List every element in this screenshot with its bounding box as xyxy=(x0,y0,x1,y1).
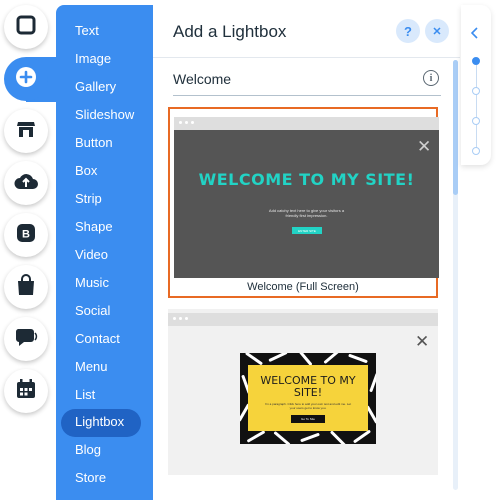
add-elements-menu: Text Image Gallery Slideshow Button Box … xyxy=(56,5,153,500)
menu-item-strip[interactable]: Strip xyxy=(56,186,153,214)
lightbox-card-welcome-fullscreen[interactable]: ✕ WELCOME TO MY SITE! Add catchy text he… xyxy=(168,107,439,298)
square-shape-icon xyxy=(15,14,37,41)
menu-item-contact[interactable]: Contact xyxy=(56,326,153,354)
navigator-dot[interactable] xyxy=(472,117,480,125)
menu-item-label: Contact xyxy=(75,331,120,346)
rail-button-calendar[interactable] xyxy=(4,369,48,413)
chevron-left-icon[interactable] xyxy=(470,27,479,42)
panel-title: Add a Lightbox xyxy=(173,22,287,41)
menu-item-label: Video xyxy=(75,247,109,262)
rail-button-blog[interactable]: B xyxy=(4,213,48,257)
section-navigator xyxy=(461,5,491,165)
menu-item-blog[interactable]: Blog xyxy=(56,437,153,465)
menu-item-store[interactable]: Store xyxy=(56,465,153,493)
menu-item-label: Menu xyxy=(75,359,108,374)
scrollbar-thumb[interactable] xyxy=(453,60,458,195)
preview-subtext: I'm a paragraph. Click here to add your … xyxy=(264,402,352,410)
rail-button-square[interactable] xyxy=(4,5,48,49)
pattern-background: WELCOME TO MY SITE! I'm a paragraph. Cli… xyxy=(240,353,376,444)
rail-button-add[interactable] xyxy=(4,57,48,101)
menu-item-label: Lightbox xyxy=(75,414,125,429)
menu-item-social[interactable]: Social xyxy=(56,298,153,326)
preview-close-icon: ✕ xyxy=(417,137,432,156)
menu-item-label: Social xyxy=(75,303,111,318)
menu-item-shape[interactable]: Shape xyxy=(56,214,153,242)
menu-item-list[interactable]: List xyxy=(56,382,153,410)
rail-button-store[interactable] xyxy=(4,109,48,153)
lightbox-panel: Add a Lightbox ? ✕ Welcome i ✕ WELCOME T… xyxy=(153,5,460,500)
info-glyph: i xyxy=(429,72,433,84)
lightbox-card-welcome-pattern[interactable]: ✕ WELCOME TO MY SITE! I'm a paragraph. C… xyxy=(168,309,438,475)
menu-item-label: Gallery xyxy=(75,79,117,94)
chat-icon xyxy=(14,325,38,354)
menu-item-label: Blog xyxy=(75,442,102,457)
menu-item-label: Box xyxy=(75,163,98,178)
search-input[interactable]: Welcome xyxy=(173,71,231,87)
menu-item-label: Slideshow xyxy=(75,107,135,122)
menu-item-label: Image xyxy=(75,51,112,66)
menu-item-gallery[interactable]: Gallery xyxy=(56,74,153,102)
menu-item-label: Button xyxy=(75,135,113,150)
rail-button-upload[interactable] xyxy=(4,161,48,205)
preview-subtext: Add catchy text here to give your visito… xyxy=(268,208,345,218)
menu-item-image[interactable]: Image xyxy=(56,46,153,74)
info-icon[interactable]: i xyxy=(423,70,439,86)
svg-text:B: B xyxy=(22,228,30,240)
menu-item-label: Music xyxy=(75,275,109,290)
menu-item-label: Strip xyxy=(75,191,102,206)
close-icon: ✕ xyxy=(432,25,442,38)
menu-item-label: Shape xyxy=(75,219,113,234)
navigator-dot[interactable] xyxy=(472,57,480,65)
help-icon: ? xyxy=(404,23,412,39)
left-rail: B xyxy=(0,0,60,500)
help-button[interactable]: ? xyxy=(396,19,420,43)
menu-item-slideshow[interactable]: Slideshow xyxy=(56,102,153,130)
menu-item-label: Text xyxy=(75,23,99,38)
panel-header: Add a Lightbox ? ✕ xyxy=(153,5,460,58)
close-button[interactable]: ✕ xyxy=(425,19,449,43)
menu-item-box[interactable]: Box xyxy=(56,158,153,186)
rail-button-chat[interactable] xyxy=(4,317,48,361)
browser-bar xyxy=(174,117,439,130)
menu-item-music[interactable]: Music xyxy=(56,270,153,298)
rail-button-shop[interactable] xyxy=(4,265,48,309)
blog-icon: B xyxy=(15,222,37,249)
upload-icon xyxy=(13,170,39,197)
menu-item-button[interactable]: Button xyxy=(56,130,153,158)
menu-item-label: Store xyxy=(75,470,107,485)
preview-button: Go To Site xyxy=(291,415,325,423)
menu-item-lightbox[interactable]: Lightbox xyxy=(56,409,153,437)
menu-item-video[interactable]: Video xyxy=(56,242,153,270)
navigator-dot[interactable] xyxy=(472,147,480,155)
shopping-bag-icon xyxy=(15,273,37,302)
navigator-dot[interactable] xyxy=(472,87,480,95)
calendar-icon xyxy=(15,378,37,405)
lightbox-preview: ✕ WELCOME TO MY SITE! Add catchy text he… xyxy=(174,130,439,278)
store-icon xyxy=(14,117,38,146)
preview-heading: WELCOME TO MY SITE! xyxy=(198,170,415,189)
preview-button: ENTER SITE xyxy=(292,227,322,234)
add-icon xyxy=(15,66,37,93)
menu-item-menu[interactable]: Menu xyxy=(56,354,153,382)
preview-heading: WELCOME TO MY SITE! xyxy=(260,374,356,399)
menu-item-label: List xyxy=(75,387,96,402)
menu-item-text[interactable]: Text xyxy=(56,18,153,46)
browser-bar xyxy=(168,313,438,326)
welcome-box: WELCOME TO MY SITE! I'm a paragraph. Cli… xyxy=(248,365,368,431)
preview-close-icon: ✕ xyxy=(415,332,430,351)
card-label: Welcome (Full Screen) xyxy=(247,281,359,293)
navigator-line xyxy=(476,65,477,151)
search-underline xyxy=(173,95,441,96)
